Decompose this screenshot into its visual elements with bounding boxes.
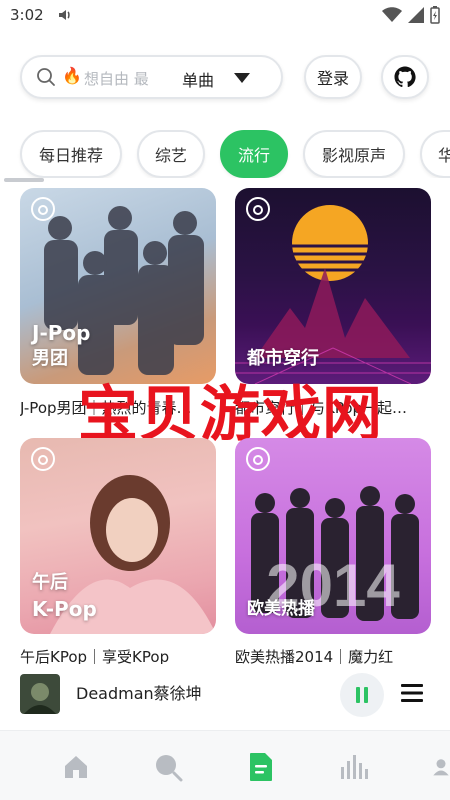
now-playing-title[interactable]: Deadman蔡徐坤 bbox=[76, 680, 202, 704]
card-tag-line1: J-Pop bbox=[32, 321, 91, 345]
status-indicators bbox=[382, 6, 440, 24]
signal-icon bbox=[408, 7, 424, 23]
wifi-icon bbox=[382, 7, 402, 22]
home-icon bbox=[65, 756, 87, 778]
nav-profile[interactable] bbox=[432, 751, 450, 783]
github-icon bbox=[394, 66, 416, 88]
search-icon bbox=[156, 755, 183, 782]
tab-variety[interactable]: 综艺 bbox=[137, 130, 205, 178]
pause-icon bbox=[356, 687, 368, 703]
status-bar: 3:02 bbox=[0, 0, 450, 32]
nav-library[interactable] bbox=[245, 751, 277, 783]
status-time: 3:02 bbox=[10, 6, 44, 24]
tab-soundtrack[interactable]: 影视原声 bbox=[303, 130, 405, 178]
github-button[interactable] bbox=[381, 55, 429, 99]
search-icon bbox=[37, 68, 55, 86]
nav-home[interactable] bbox=[60, 751, 92, 783]
bottom-nav bbox=[0, 730, 450, 800]
mini-player[interactable]: Deadman蔡徐坤 bbox=[0, 664, 450, 726]
pause-button[interactable] bbox=[340, 673, 384, 717]
tab-daily[interactable]: 每日推荐 bbox=[20, 130, 122, 178]
user-icon bbox=[433, 759, 449, 776]
category-tabs: 每日推荐 综艺 流行 影视原声 华 bbox=[0, 130, 450, 178]
card-tag-line1: 午后 bbox=[32, 572, 68, 593]
netease-badge-icon bbox=[31, 197, 55, 221]
chevron-down-icon[interactable] bbox=[234, 73, 250, 83]
tab-pop[interactable]: 流行 bbox=[220, 130, 288, 178]
playlist-card-kpop[interactable]: 午后 K-Pop bbox=[20, 438, 216, 634]
flame-icon: 🔥 bbox=[62, 66, 82, 85]
scroll-indicator bbox=[4, 178, 44, 182]
card-tag-line2: 男团 bbox=[32, 348, 68, 369]
netease-badge-icon bbox=[31, 447, 55, 471]
card-tag-line2: K-Pop bbox=[32, 597, 97, 621]
playlist-card-jpop[interactable]: J-Pop 男团 bbox=[20, 188, 216, 384]
search-placeholder: 想自由 最 bbox=[84, 70, 149, 88]
playlist-card-city[interactable]: 都市穿行 bbox=[235, 188, 431, 384]
volume-icon bbox=[59, 10, 70, 20]
tab-chinese[interactable]: 华 bbox=[420, 130, 450, 178]
nav-search[interactable] bbox=[152, 751, 184, 783]
chart-icon bbox=[341, 755, 368, 779]
search-type-select[interactable]: 单曲 bbox=[182, 67, 214, 91]
card-tag-line1: 欧美热播 bbox=[247, 599, 315, 619]
battery-icon bbox=[430, 6, 440, 24]
document-icon bbox=[250, 753, 272, 781]
netease-badge-icon bbox=[246, 197, 270, 221]
playlist-menu-icon[interactable] bbox=[400, 682, 424, 704]
nav-charts[interactable] bbox=[338, 751, 370, 783]
playlist-card-western[interactable]: 2014 欧美热播 bbox=[235, 438, 431, 634]
login-button[interactable]: 登录 bbox=[304, 55, 362, 99]
search-input[interactable]: 🔥 想自由 最 单曲 bbox=[20, 55, 283, 99]
album-cover[interactable] bbox=[20, 674, 60, 714]
netease-badge-icon bbox=[246, 447, 270, 471]
